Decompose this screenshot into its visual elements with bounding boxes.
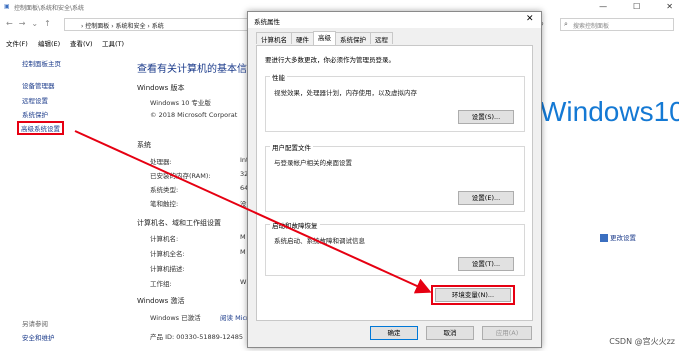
watermark: CSDN @宫火火zz bbox=[609, 337, 675, 346]
annotation-arrow bbox=[74, 130, 432, 294]
tab-advanced[interactable]: 高级 bbox=[313, 31, 336, 45]
